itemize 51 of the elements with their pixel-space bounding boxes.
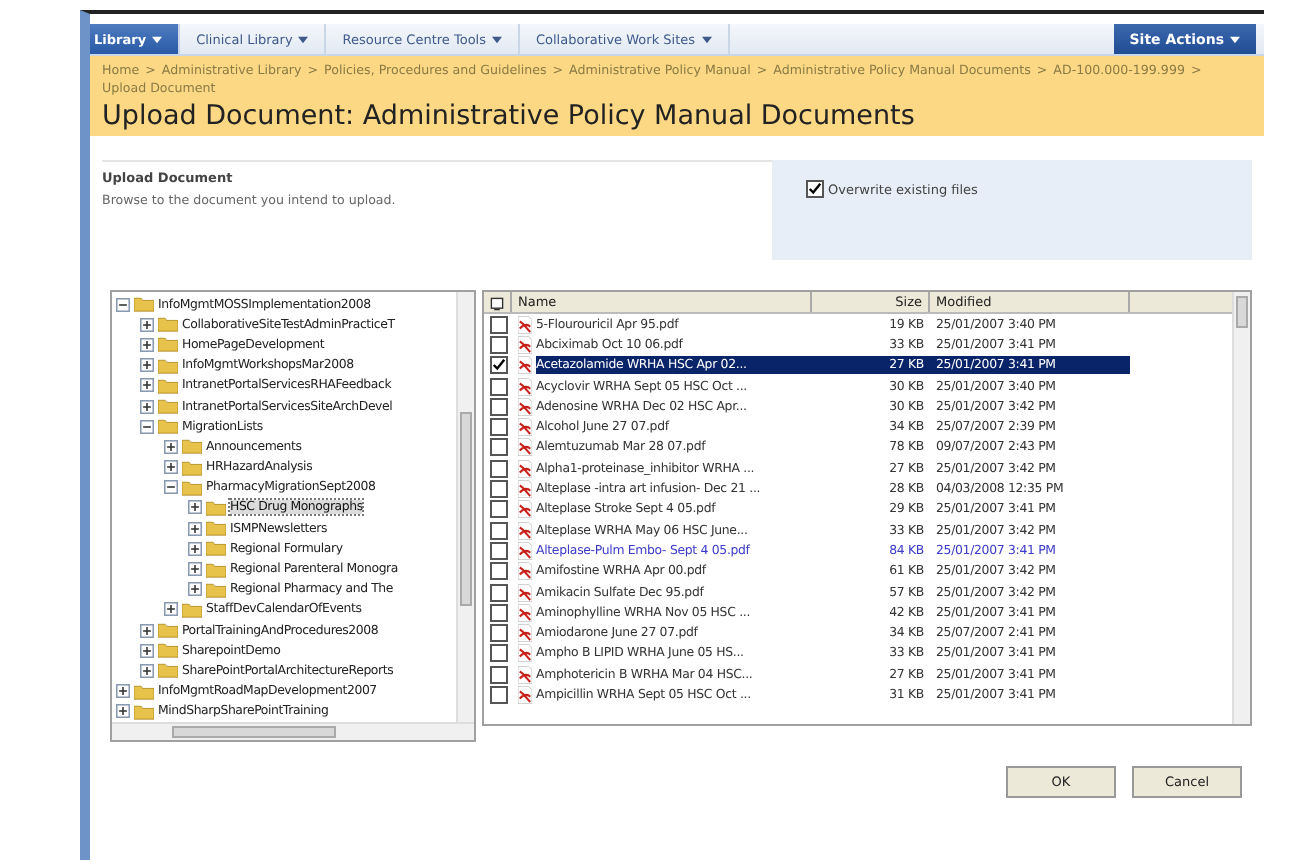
row-checkbox[interactable] (489, 335, 507, 354)
row-checkbox[interactable] (489, 541, 507, 560)
row-checkbox[interactable] (489, 583, 507, 601)
row-checkbox[interactable] (489, 562, 507, 581)
row-checkbox[interactable] (489, 644, 507, 663)
dropdown-arrow-icon (1230, 35, 1240, 43)
expander-icon[interactable] (188, 582, 202, 597)
row-checkbox[interactable] (489, 438, 507, 457)
overwrite-checkbox[interactable] (806, 180, 824, 198)
expander-icon[interactable] (140, 399, 154, 414)
expander-icon[interactable] (164, 480, 178, 495)
expander-icon[interactable] (140, 378, 154, 393)
dropdown-arrow-icon (298, 35, 309, 43)
expander-icon[interactable] (140, 419, 154, 434)
row-checkbox[interactable] (489, 603, 507, 622)
expander-icon[interactable] (140, 643, 154, 658)
page-title: Upload Document: Administrative Policy Manual Documents (102, 100, 917, 132)
expander-icon[interactable] (116, 684, 130, 699)
expander-icon[interactable] (188, 500, 202, 515)
expander-icon[interactable] (188, 521, 202, 536)
row-checkbox[interactable] (489, 459, 507, 478)
row-checkbox[interactable] (489, 685, 507, 704)
row-checkbox[interactable] (489, 397, 507, 416)
expander-icon[interactable] (140, 337, 154, 352)
scrollbar[interactable] (456, 292, 474, 722)
expander-icon[interactable] (164, 439, 178, 454)
row-checkbox[interactable] (489, 418, 507, 437)
row-checkbox[interactable] (489, 480, 507, 499)
scrollbar[interactable] (112, 721, 474, 740)
expander-icon[interactable] (116, 704, 130, 719)
scrollbar[interactable] (1232, 292, 1250, 724)
row-checkbox[interactable] (489, 500, 507, 519)
expander-icon[interactable] (140, 358, 154, 373)
dropdown-arrow-icon (491, 35, 502, 43)
expander-icon[interactable] (140, 623, 154, 638)
expander-icon[interactable] (140, 317, 154, 332)
row-checkbox[interactable] (489, 665, 507, 684)
row-checkbox[interactable] (489, 377, 507, 396)
expander-icon[interactable] (164, 602, 178, 617)
dropdown-arrow-icon (152, 35, 163, 43)
dropdown-arrow-icon (701, 35, 712, 43)
row-checkbox[interactable] (489, 315, 507, 334)
row-checkbox[interactable] (489, 356, 507, 375)
select-all-icon[interactable] (490, 295, 504, 311)
row-checkbox[interactable] (489, 521, 507, 540)
row-checkbox[interactable] (489, 624, 507, 643)
expander-icon[interactable] (116, 297, 130, 312)
expander-icon[interactable] (188, 541, 202, 556)
expander-icon[interactable] (140, 663, 154, 678)
expander-icon[interactable] (164, 460, 178, 475)
expander-icon[interactable] (188, 562, 202, 577)
